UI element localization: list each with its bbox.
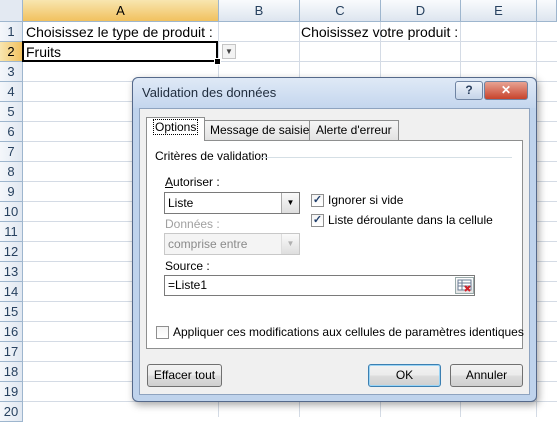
row-header-19[interactable]: 19: [0, 382, 23, 402]
dialog-title: Validation des données: [142, 85, 277, 100]
source-label: Source :: [165, 259, 210, 273]
cell-dropdown-arrow-icon[interactable]: ▼: [222, 44, 236, 59]
apply-all-label: Appliquer ces modifications aux cellules…: [173, 325, 524, 339]
row-header-18[interactable]: 18: [0, 362, 23, 382]
row-header-7[interactable]: 7: [0, 142, 23, 162]
range-picker-icon[interactable]: [455, 277, 474, 294]
row-header-2[interactable]: 2: [0, 42, 23, 62]
options-panel: Critères de validation Autoriser : Liste…: [146, 140, 524, 349]
chevron-down-icon: ▼: [281, 234, 299, 254]
row-header-8[interactable]: 8: [0, 162, 23, 182]
row-header-15[interactable]: 15: [0, 302, 23, 322]
data-select: comprise entre ▼: [164, 233, 300, 255]
allow-select[interactable]: Liste ▼: [164, 192, 300, 214]
source-input[interactable]: =Liste1: [164, 275, 475, 296]
select-all-corner[interactable]: [0, 0, 23, 22]
column-header-a[interactable]: A: [23, 0, 219, 22]
tab-input-message[interactable]: Message de saisie: [203, 120, 317, 140]
data-validation-dialog: Validation des données ? ✕ Options Messa…: [132, 77, 537, 402]
close-button[interactable]: ✕: [484, 81, 528, 100]
help-button[interactable]: ?: [455, 81, 483, 100]
cancel-button[interactable]: Annuler: [450, 364, 523, 387]
column-header-b[interactable]: B: [219, 0, 300, 22]
row-header-14[interactable]: 14: [0, 282, 23, 302]
in-cell-dropdown-checkbox[interactable]: ✓: [311, 214, 324, 227]
row-header-12[interactable]: 12: [0, 242, 23, 262]
data-select-value: comprise entre: [168, 237, 248, 251]
row-header-6[interactable]: 6: [0, 122, 23, 142]
ignore-blank-label: Ignorer si vide: [328, 193, 404, 207]
tab-options[interactable]: Options: [146, 117, 206, 141]
dialog-titlebar[interactable]: Validation des données ? ✕: [133, 78, 536, 108]
column-header-f[interactable]: [537, 0, 557, 22]
data-label: Données :: [165, 217, 220, 231]
apply-all-checkbox[interactable]: [156, 326, 169, 339]
allow-label: Autoriser :: [165, 175, 220, 189]
row-header-16[interactable]: 16: [0, 322, 23, 342]
ok-button[interactable]: OK: [368, 364, 441, 387]
group-divider: [262, 157, 512, 158]
allow-select-value: Liste: [168, 196, 194, 210]
row-header-11[interactable]: 11: [0, 222, 23, 242]
row-header-20[interactable]: 20: [0, 402, 23, 422]
row-header-4[interactable]: 4: [0, 82, 23, 102]
allow-label-text: utoriser :: [173, 175, 220, 189]
row-header-5[interactable]: 5: [0, 102, 23, 122]
cell-a1[interactable]: Choisissez le type de produit :: [26, 22, 213, 42]
column-header-e[interactable]: E: [461, 0, 537, 22]
clear-all-button[interactable]: Effacer tout: [147, 364, 222, 387]
validation-criteria-heading: Critères de validation: [155, 149, 268, 163]
dialog-client: Options Message de saisie Alerte d'erreu…: [139, 108, 530, 395]
column-header-c[interactable]: C: [300, 0, 381, 22]
row-header-10[interactable]: 10: [0, 202, 23, 222]
row-header-9[interactable]: 9: [0, 182, 23, 202]
in-cell-dropdown-label: Liste déroulante dans la cellule: [328, 213, 493, 227]
tab-options-label: Options: [153, 119, 199, 135]
cell-c1[interactable]: Choisissez votre produit :: [301, 22, 458, 42]
row-header-13[interactable]: 13: [0, 262, 23, 282]
chevron-down-icon[interactable]: ▼: [281, 193, 299, 213]
row-header-3[interactable]: 3: [0, 62, 23, 82]
column-header-d[interactable]: D: [381, 0, 461, 22]
cell-a2[interactable]: Fruits: [26, 42, 61, 62]
row-header-17[interactable]: 17: [0, 342, 23, 362]
row-header-1[interactable]: 1: [0, 22, 23, 42]
fill-handle[interactable]: [214, 58, 221, 65]
tab-error-alert[interactable]: Alerte d'erreur: [309, 120, 399, 140]
ignore-blank-checkbox[interactable]: ✓: [311, 194, 324, 207]
